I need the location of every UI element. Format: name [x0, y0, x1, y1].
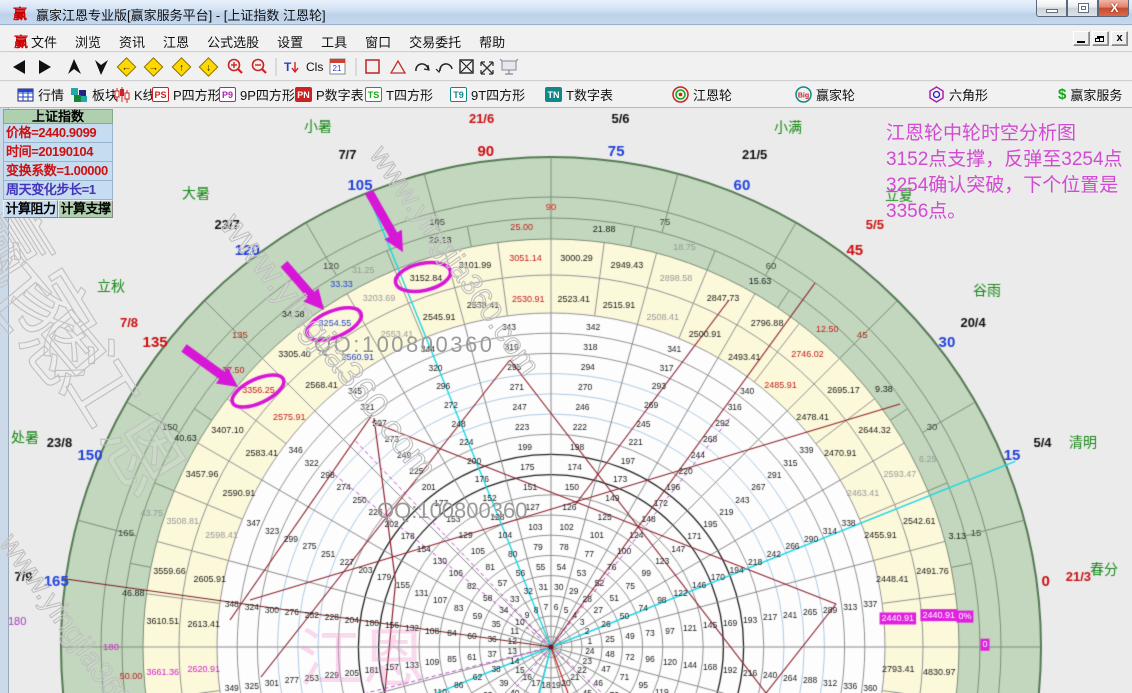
- svg-text:↑: ↑: [179, 63, 184, 74]
- svg-text:21: 21: [333, 64, 342, 73]
- svg-text:←: ←: [122, 63, 132, 74]
- svg-text:T: T: [284, 60, 292, 74]
- svg-text:↓: ↓: [206, 63, 211, 74]
- svg-text:Big: Big: [798, 93, 809, 100]
- svg-text:Cls: Cls: [306, 60, 323, 74]
- svg-text:→: →: [149, 63, 159, 74]
